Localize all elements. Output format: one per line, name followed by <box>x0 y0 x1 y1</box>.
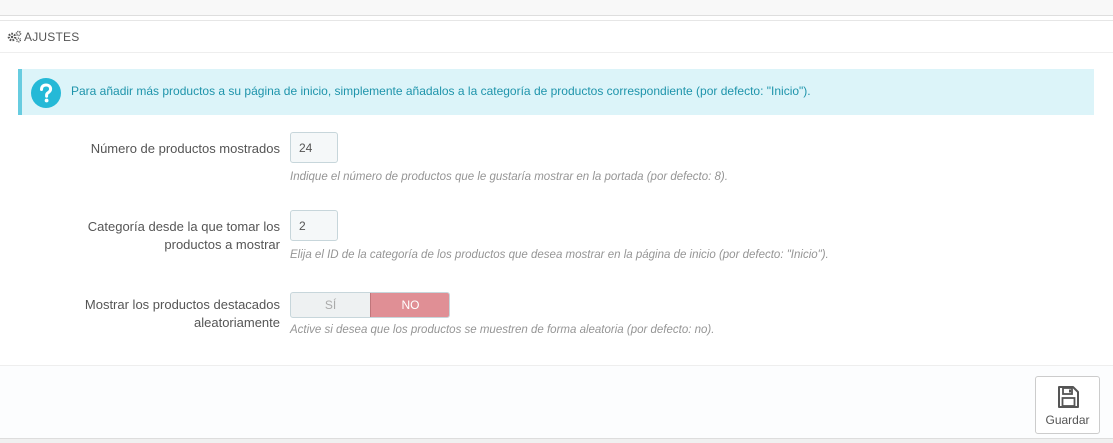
bottom-line <box>0 438 1113 443</box>
num-products-help: Indique el número de productos que le gu… <box>290 171 728 183</box>
settings-panel: AJUSTES Para añadir más productos a su p… <box>0 20 1113 439</box>
num-products-input[interactable] <box>290 132 338 163</box>
category-label-line1: Categoría desde la que tomar los <box>87 219 280 234</box>
panel-heading: AJUSTES <box>0 21 1113 53</box>
random-toggle[interactable]: SÍ NO <box>290 292 450 318</box>
question-circle-icon <box>31 78 61 108</box>
category-label: Categoría desde la que tomar los product… <box>88 218 280 254</box>
toggle-yes-option[interactable]: SÍ <box>291 293 370 317</box>
random-label-line1: Mostrar los productos destacados <box>84 297 280 312</box>
category-help: Elija el ID de la categoría de los produ… <box>290 249 829 261</box>
alert-text: Para añadir más productos a su página de… <box>71 84 811 98</box>
random-label-line2: aleatoriamente <box>194 315 280 330</box>
info-alert: Para añadir más productos a su página de… <box>18 69 1094 115</box>
num-products-label-text: Número de productos mostrados <box>90 141 280 156</box>
category-input[interactable] <box>290 210 338 241</box>
toggle-no-option[interactable]: NO <box>370 293 449 317</box>
random-help: Active si desea que los productos se mue… <box>290 324 715 336</box>
panel-title: AJUSTES <box>24 30 80 44</box>
num-products-label: Número de productos mostrados <box>91 140 280 158</box>
save-label: Guardar <box>1045 413 1090 427</box>
category-label-line2: productos a mostrar <box>164 237 280 252</box>
floppy-disk-icon <box>1058 386 1079 408</box>
top-strip <box>0 0 1113 16</box>
gears-icon <box>7 30 22 43</box>
random-label: Mostrar los productos destacados aleator… <box>85 296 280 332</box>
save-button[interactable]: Guardar <box>1035 376 1100 434</box>
panel-footer: Guardar <box>0 365 1113 439</box>
